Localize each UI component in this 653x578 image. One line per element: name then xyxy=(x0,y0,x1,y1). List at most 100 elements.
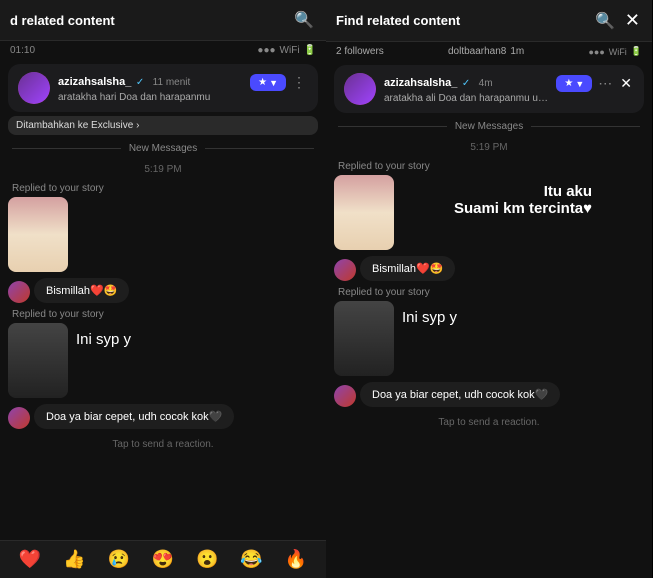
right-header-left: Find related content xyxy=(336,13,460,28)
left-add-tooltip: Ditambahkan ke Exclusive › xyxy=(8,116,318,135)
left-emoji-sad[interactable]: 😢 xyxy=(105,547,131,572)
left-mini-avatar-1 xyxy=(8,281,30,303)
left-emoji-wow[interactable]: 😮 xyxy=(194,547,220,572)
right-story-reply-1: Itu aku Suami km tercinta♥ xyxy=(334,175,644,250)
right-signal: ●●● xyxy=(588,47,604,57)
right-time-1m: 1m xyxy=(510,46,524,57)
left-reaction-bar: ❤️ 👍 😢 😍 😮 😂 🔥 xyxy=(0,540,326,578)
right-username: azizahsalsha_ xyxy=(384,77,457,89)
left-notif-text: aratakha hari Doa dan harapanmu xyxy=(58,92,242,103)
left-verified: ✓ xyxy=(136,77,144,88)
star-icon: ★ xyxy=(258,77,267,88)
right-msg-row-2: Doa ya biar cepet, udh cocok kok🖤 xyxy=(334,382,644,407)
left-username: azizahsalsha_ xyxy=(58,76,131,88)
right-username2-bar: doltbaarhan8 xyxy=(448,46,506,57)
right-message-text-2: Ini syp y xyxy=(402,301,644,326)
right-battery: 🔋 xyxy=(631,46,642,57)
right-close-btn[interactable]: ✕ xyxy=(623,8,642,33)
right-exclusive-btn[interactable]: ★ ▼ xyxy=(556,75,592,92)
right-followers: 2 followers xyxy=(336,46,384,57)
left-msg-row-2: Doa ya biar cepet, udh cocok kok🖤 xyxy=(8,404,318,429)
left-panel: d related content 🔍 01:10 ●●● WiFi 🔋 azi… xyxy=(0,0,326,578)
left-time-ago: 11 menit xyxy=(153,77,191,88)
left-tooltip-text: Ditambahkan ke Exclusive xyxy=(16,120,133,131)
right-exclusive-label: ▼ xyxy=(575,79,584,89)
right-verified: ✓ xyxy=(462,78,470,89)
left-msg-row-1: Bismillah❤️🤩 xyxy=(8,278,318,303)
right-search-icon[interactable]: 🔍 xyxy=(593,9,617,33)
left-story-section-2: Replied to your story Ini syp y xyxy=(8,309,318,398)
right-star-icon: ★ xyxy=(564,78,573,89)
left-exclusive-label: ▼ xyxy=(269,78,278,88)
left-divider: New Messages xyxy=(0,139,326,158)
right-notif-text: aratakha ali Doa dan harapanmu untuk 202… xyxy=(384,93,548,104)
left-header-left: d related content xyxy=(10,13,115,28)
left-new-messages: New Messages xyxy=(121,143,205,154)
wifi-icon: WiFi xyxy=(280,45,300,56)
left-exclusive-btn[interactable]: ★ ▼ xyxy=(250,74,286,91)
left-header: d related content 🔍 xyxy=(0,0,326,41)
left-notif-actions: ★ ▼ ⋮ xyxy=(250,72,308,93)
left-divider-line-l xyxy=(12,148,121,149)
left-story-thumb-2 xyxy=(8,323,68,398)
left-reply-label-2: Replied to your story xyxy=(8,309,318,320)
right-story-section-1: Replied to your story Itu aku Suami km t… xyxy=(334,161,644,250)
right-divider: New Messages xyxy=(326,117,652,136)
right-story-section-2: Replied to your story Ini syp y xyxy=(334,287,644,376)
right-reaction-1: Bismillah❤️🤩 xyxy=(360,256,455,281)
left-story-reply-1 xyxy=(8,197,318,272)
right-notif-banner: azizahsalsha_ ✓ 4m aratakha ali Doa dan … xyxy=(334,65,644,113)
right-mini-avatar-1 xyxy=(334,259,356,281)
left-emoji-fire[interactable]: 🔥 xyxy=(283,547,309,572)
left-tap-reaction: Tap to send a reaction. xyxy=(8,435,318,454)
right-message-overlay: Itu aku Suami km tercinta♥ xyxy=(402,175,644,225)
right-wifi: WiFi xyxy=(609,47,627,57)
right-reply-label-2: Replied to your story xyxy=(334,287,644,298)
right-panel: Find related content 🔍 ✕ 2 followers dol… xyxy=(326,0,652,578)
left-divider-line-r xyxy=(205,148,314,149)
right-close-notif[interactable]: ✕ xyxy=(618,73,634,94)
right-time-ago2: 4m xyxy=(479,78,493,89)
left-search-icon[interactable]: 🔍 xyxy=(292,8,316,32)
signal-icon: ●●● xyxy=(257,45,275,56)
left-message-text-1: Ini syp y xyxy=(76,323,318,348)
left-notif-content: azizahsalsha_ ✓ 11 menit aratakha hari D… xyxy=(58,72,242,103)
right-tap-reaction: Tap to send a reaction. xyxy=(334,413,644,432)
right-status-bar: 2 followers doltbaarhan8 1m ●●● WiFi 🔋 xyxy=(326,42,652,61)
left-notif-banner: azizahsalsha_ ✓ 11 menit aratakha hari D… xyxy=(8,64,318,112)
right-story-reply-2: Ini syp y xyxy=(334,301,644,376)
left-emoji-love[interactable]: 😍 xyxy=(150,547,176,572)
left-emoji-laugh[interactable]: 😂 xyxy=(238,547,264,572)
right-reply-label-1: Replied to your story xyxy=(334,161,644,172)
left-story-section-1: Replied to your story xyxy=(8,183,318,272)
right-notif-actions: ★ ▼ ⋯ ✕ xyxy=(556,73,634,94)
battery-icon: 🔋 xyxy=(304,45,316,56)
left-time: 01:10 xyxy=(10,45,35,56)
left-time-label: 5:19 PM xyxy=(8,162,318,177)
right-header-title: Find related content xyxy=(336,13,460,28)
left-emoji-heart[interactable]: ❤️ xyxy=(17,547,43,572)
right-reaction-2: Doa ya biar cepet, udh cocok kok🖤 xyxy=(360,382,560,407)
right-story-thumb-1 xyxy=(334,175,394,250)
right-header: Find related content 🔍 ✕ xyxy=(326,0,652,42)
left-emoji-thumbs[interactable]: 👍 xyxy=(61,547,87,572)
right-divider-line-r xyxy=(531,126,640,127)
left-reaction-2: Doa ya biar cepet, udh cocok kok🖤 xyxy=(34,404,234,429)
right-divider-line-l xyxy=(338,126,447,127)
right-message-text-1: Itu aku Suami km tercinta♥ xyxy=(454,183,592,217)
left-messages-area: 5:19 PM Replied to your story Bismillah❤… xyxy=(0,158,326,540)
right-new-messages: New Messages xyxy=(447,121,531,132)
right-more-btn[interactable]: ⋯ xyxy=(596,73,614,94)
right-messages-area: 5:19 PM Replied to your story Itu aku Su… xyxy=(326,136,652,578)
left-header-title: d related content xyxy=(10,13,115,28)
left-reaction-1: Bismillah❤️🤩 xyxy=(34,278,129,303)
left-avatar xyxy=(18,72,50,104)
left-more-btn[interactable]: ⋮ xyxy=(290,72,308,93)
chevron-right-icon: › xyxy=(136,120,139,131)
left-status-bar: 01:10 ●●● WiFi 🔋 xyxy=(0,41,326,60)
left-story-reply-2: Ini syp y xyxy=(8,323,318,398)
right-notif-content: azizahsalsha_ ✓ 4m aratakha ali Doa dan … xyxy=(384,73,548,104)
left-story-thumb-1 xyxy=(8,197,68,272)
right-story-thumb-2 xyxy=(334,301,394,376)
right-avatar xyxy=(344,73,376,105)
